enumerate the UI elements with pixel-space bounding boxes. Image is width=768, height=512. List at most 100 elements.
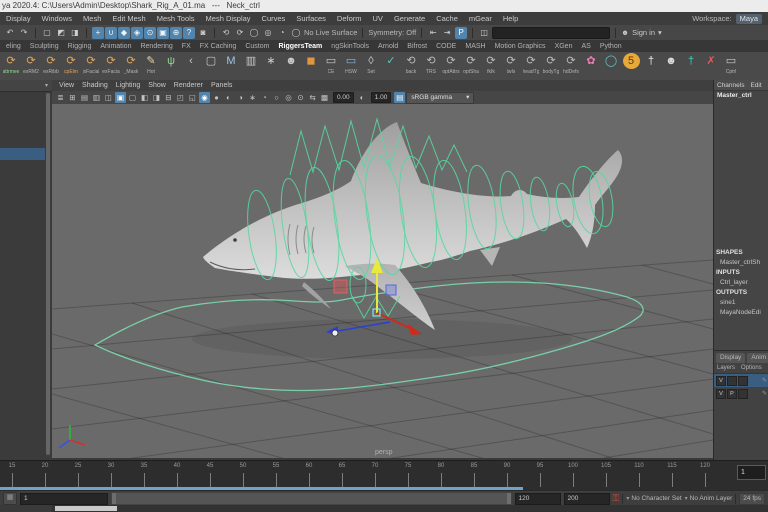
shelf-button[interactable]: ψ xyxy=(162,53,180,75)
snap-icon[interactable]: ◈ xyxy=(131,27,143,39)
channel-box-menu-item[interactable]: Channels xyxy=(717,82,744,89)
current-frame-field[interactable]: 1 xyxy=(737,465,766,480)
history-icon[interactable]: ◯ xyxy=(248,27,260,39)
selection-mode-icon[interactable]: ◨ xyxy=(69,27,81,39)
shelf-button[interactable]: ∗ xyxy=(262,53,280,75)
shelf-tab[interactable]: CODE xyxy=(436,43,456,50)
channel-box-entry[interactable]: Ctrl_layer xyxy=(714,278,768,288)
snap-icon[interactable]: ▣ xyxy=(157,27,169,39)
menu-item[interactable]: Surfaces xyxy=(296,14,326,23)
menu-item[interactable]: Windows xyxy=(42,14,72,23)
menu-item[interactable]: Display xyxy=(6,14,31,23)
undo-redo-icon[interactable]: ↶ xyxy=(4,27,16,39)
panel-toggle-icon[interactable]: ⇥ xyxy=(441,27,453,39)
range-grip-left[interactable] xyxy=(112,493,116,504)
layer-editor-tab[interactable]: Display xyxy=(716,353,745,363)
layer-mode-toggle[interactable] xyxy=(738,389,748,399)
viewport-toolbar-icon[interactable]: ● xyxy=(211,92,222,103)
shelf-button[interactable]: ⟳ _Mask xyxy=(122,53,140,75)
fps-indicator[interactable]: 24 fps xyxy=(739,493,765,505)
menu-item[interactable]: Mesh Display xyxy=(206,14,251,23)
animation-end-field[interactable]: 200 xyxy=(564,493,610,505)
pencil-icon[interactable]: ✎ xyxy=(762,390,767,397)
shelf-tab[interactable]: Animation xyxy=(100,43,131,50)
menu-item[interactable]: Help xyxy=(503,14,518,23)
viewport-canvas[interactable]: persp xyxy=(52,104,713,458)
view-transform-dropdown[interactable]: sRGB gamma▾ xyxy=(406,92,474,104)
shelf-button[interactable]: ⟳ hdDefs xyxy=(562,53,580,75)
shelf-tab[interactable]: Arnold xyxy=(378,43,398,50)
shelf-tab[interactable]: Rigging xyxy=(68,43,92,50)
shelf-button[interactable]: † xyxy=(682,53,700,75)
snap-icon[interactable]: ◆ xyxy=(118,27,130,39)
gamma-toggle-icon[interactable]: ▤ xyxy=(394,92,405,103)
viewport-toolbar-icon[interactable]: ◎ xyxy=(283,92,294,103)
layer-editor-tab[interactable]: Anim xyxy=(747,353,768,363)
shelf-button[interactable]: ☻ xyxy=(282,53,300,75)
shelf-tab[interactable]: AS xyxy=(581,43,590,50)
menu-item[interactable]: Generate xyxy=(394,14,425,23)
viewport-toolbar-icon[interactable]: ◧ xyxy=(139,92,150,103)
menu-item[interactable]: Mesh xyxy=(83,14,101,23)
history-icon[interactable]: ◯ xyxy=(290,27,302,39)
layer-visibility-toggle[interactable]: V xyxy=(716,376,726,386)
layer-visibility-toggle[interactable]: V xyxy=(716,389,726,399)
shelf-tab[interactable]: Motion Graphics xyxy=(495,43,546,50)
shelf-button[interactable]: ▥ xyxy=(242,53,260,75)
menu-item[interactable]: UV xyxy=(373,14,383,23)
panel-toggle-icon[interactable]: P xyxy=(455,27,467,39)
panel-menu-item[interactable]: Panels xyxy=(211,82,232,89)
selection-mode-icon[interactable]: ◩ xyxy=(55,27,67,39)
menu-item[interactable]: Mesh Tools xyxy=(157,14,195,23)
shelf-button[interactable]: ☻ xyxy=(662,53,680,75)
search-input[interactable] xyxy=(492,27,610,39)
shelf-button[interactable]: † xyxy=(642,53,660,75)
shelf-tab[interactable]: FX Caching xyxy=(200,43,237,50)
viewport-toolbar-icon[interactable]: ⊟ xyxy=(163,92,174,103)
shelf-tab[interactable]: Rendering xyxy=(140,43,172,50)
viewport-toolbar-icon[interactable]: ○ xyxy=(271,92,282,103)
viewport-toolbar-icon[interactable]: ⊙ xyxy=(295,92,306,103)
menu-item[interactable]: Edit Mesh xyxy=(112,14,145,23)
anim-layer-dropdown[interactable]: ▾ No Anim Layer xyxy=(685,495,733,502)
shark-model[interactable] xyxy=(203,122,622,330)
shelf-tab[interactable]: RiggersTeam xyxy=(278,43,322,50)
viewport-toolbar-icon[interactable]: ◉ xyxy=(199,92,210,103)
outliner-selected-item[interactable] xyxy=(0,148,45,160)
shelf-button[interactable]: ▢ xyxy=(202,53,220,75)
panel-toggle-icon[interactable]: ⇤ xyxy=(427,27,439,39)
viewport-toolbar-icon[interactable]: ▥ xyxy=(91,92,102,103)
selected-node-name[interactable]: Master_ctrl xyxy=(717,92,752,99)
lock-icon[interactable]: ◙ xyxy=(197,27,209,39)
playback-end-field[interactable]: 120 xyxy=(515,493,561,505)
channel-box-entry[interactable]: OUTPUTS xyxy=(714,288,768,298)
snap-icon[interactable]: ⊕ xyxy=(170,27,182,39)
viewport-toolbar-icon[interactable]: ◔ xyxy=(259,92,270,103)
outliner-panel[interactable]: ▾ xyxy=(0,80,53,460)
layer-playback-toggle[interactable] xyxy=(727,376,737,386)
shelf-button[interactable]: ◼ xyxy=(302,53,320,75)
shelf-tab[interactable]: Bifrost xyxy=(407,43,427,50)
manip-plane-z[interactable] xyxy=(386,285,396,295)
layer-playback-toggle[interactable]: P xyxy=(727,389,737,399)
character-set-dropdown[interactable]: ▾ No Character Set xyxy=(626,495,681,502)
shelf-tab[interactable]: ngSkinTools xyxy=(331,43,369,50)
shelf-button[interactable]: ⟳ exFacia xyxy=(102,53,120,75)
snap-icon[interactable]: ? xyxy=(183,27,195,39)
history-icon[interactable]: ⟳ xyxy=(234,27,246,39)
shelf-button[interactable]: ⟳ twIs xyxy=(502,53,520,75)
shelf-button[interactable]: ⟳ cpElm xyxy=(62,53,80,75)
menu-item[interactable]: Curves xyxy=(262,14,286,23)
shelf-button[interactable]: 5 xyxy=(622,53,640,75)
manip-plane-x[interactable] xyxy=(334,280,347,293)
viewport-toolbar-icon[interactable]: ⇆ xyxy=(307,92,318,103)
viewport-toolbar-icon[interactable]: ◑ xyxy=(235,92,246,103)
symmetry-status[interactable]: Symmetry: Off xyxy=(368,28,416,37)
shelf-button[interactable]: ▭ Cptrl xyxy=(722,53,740,75)
pencil-icon[interactable]: ✎ xyxy=(762,377,767,384)
shelf-button[interactable]: ‹ xyxy=(182,53,200,75)
channel-box-entry[interactable]: sine1 xyxy=(714,298,768,308)
shelf-button[interactable]: ⟳ exRM2 xyxy=(22,53,40,75)
panel-menu-item[interactable]: Lighting xyxy=(116,82,141,89)
shelf-button[interactable]: ⟲ TRS xyxy=(422,53,440,75)
